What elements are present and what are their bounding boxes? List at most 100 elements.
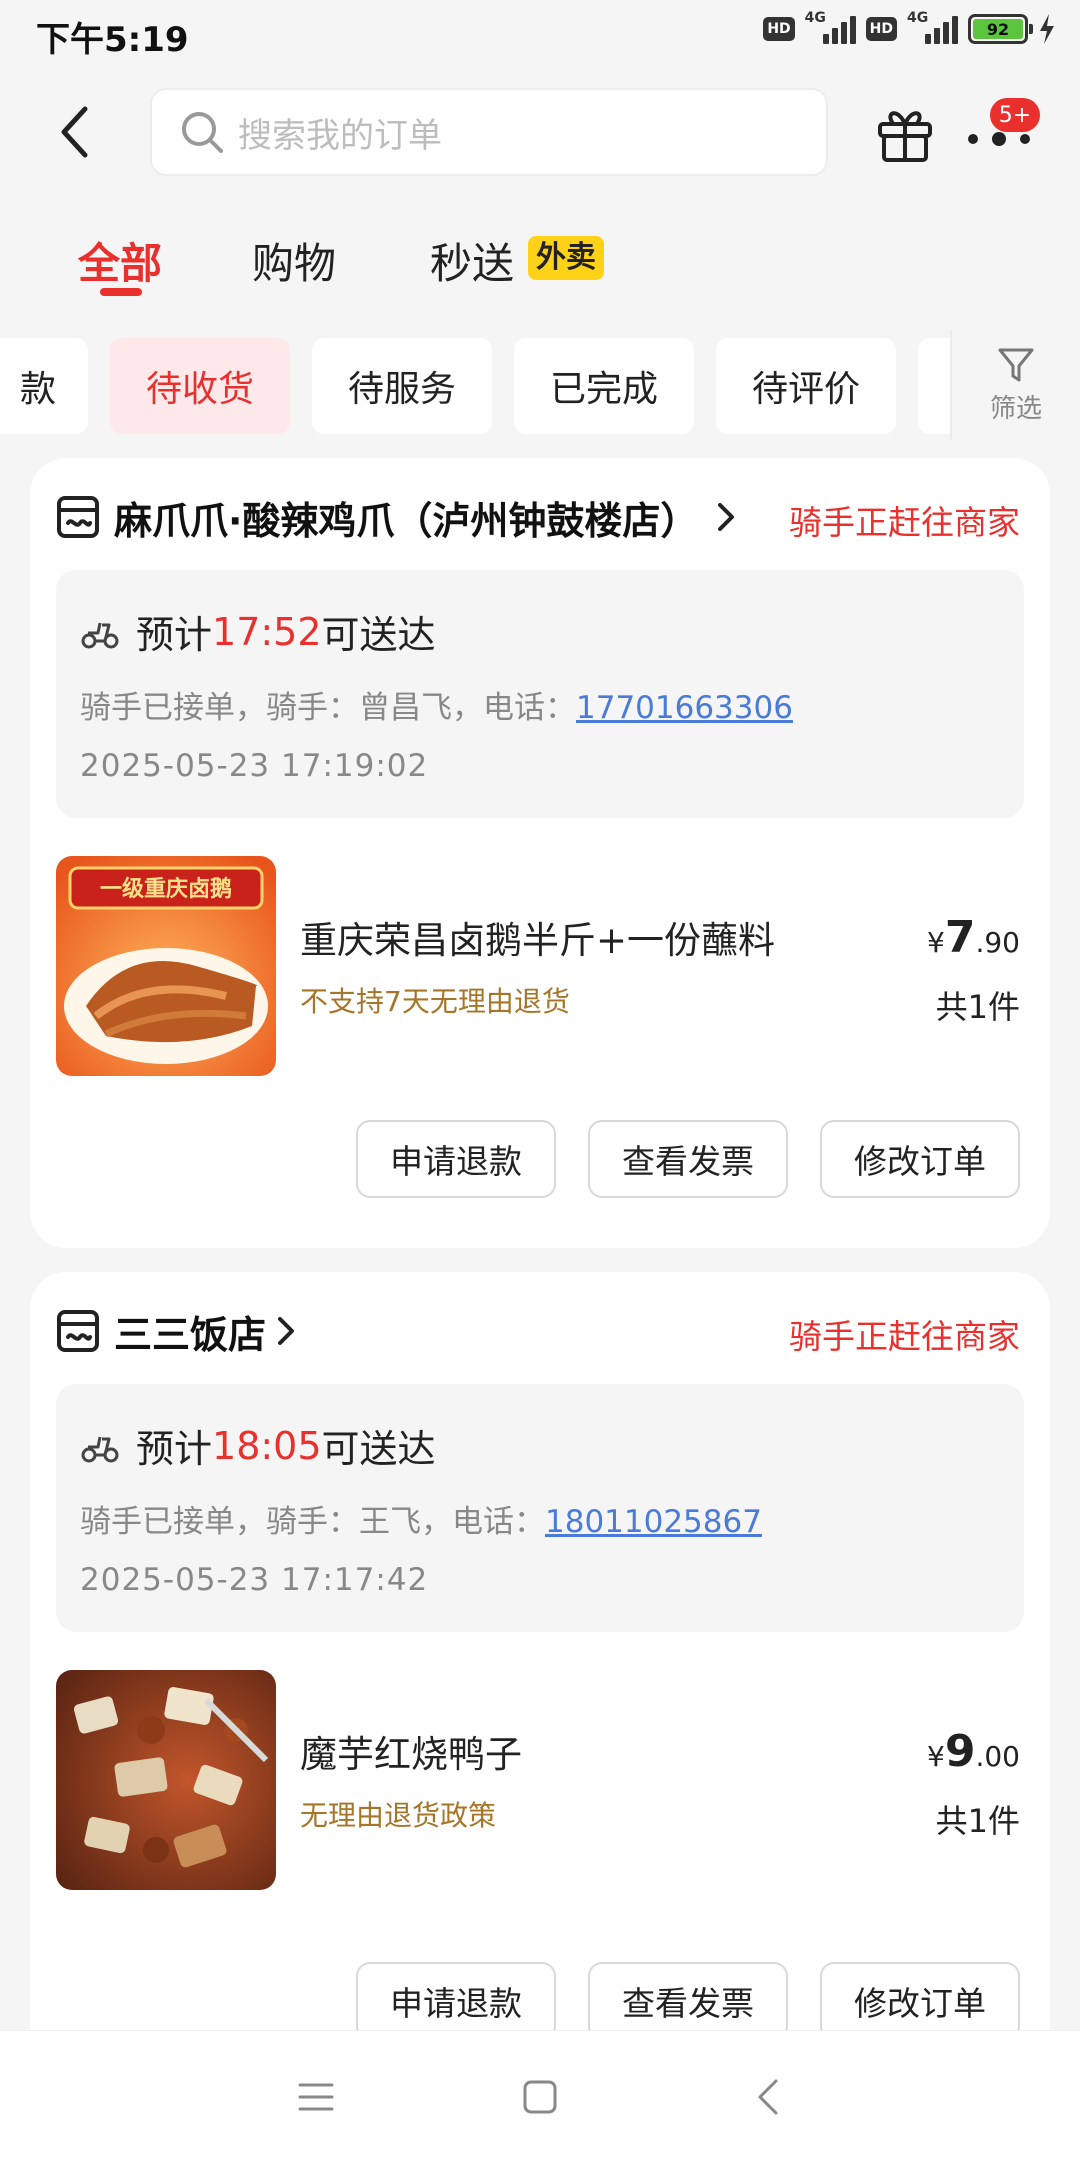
filter-icon [998, 348, 1034, 381]
product-price: ¥9.00 [927, 1726, 1020, 1777]
order-time: 2025-05-23 17:19:02 [80, 748, 429, 784]
product-row[interactable]: 魔芋红烧鸭子 无理由退货政策 ¥9.00 共1件 [56, 1670, 1020, 1890]
chip-partial[interactable]: 款 [0, 338, 88, 434]
order-time: 2025-05-23 17:17:42 [80, 1562, 429, 1598]
price-currency: ¥ [927, 1740, 945, 1773]
rider-phone-link[interactable]: 17701663306 [576, 690, 793, 726]
delivery-info: 预计 18:05 可送达 骑手已接单，骑手：王飞，电话：18011025867 20… [56, 1384, 1024, 1632]
eta-time: 18:05 [212, 1423, 322, 1468]
price-integer: 9 [944, 1726, 976, 1777]
status-filter-bar: 款 待收货 待服务 已完成 待评价 [0, 338, 1080, 434]
eta-prefix: 预计 [136, 613, 213, 657]
chip-pending-receipt[interactable]: 待收货 [110, 338, 290, 434]
back-triangle-icon [758, 2079, 778, 2115]
product-quantity: 共1件 [935, 988, 1020, 1026]
home-square-icon [523, 2080, 557, 2114]
product-name: 重庆荣昌卤鹅半斤+一份蘸料 [300, 919, 776, 962]
search-input[interactable]: 搜索我的订单 [150, 88, 828, 176]
store-name: 三三饭店 [114, 1312, 267, 1357]
invoice-button[interactable]: 查看发票 [588, 1962, 788, 2040]
menu-key[interactable] [286, 2067, 346, 2127]
product-row[interactable]: 一级重庆卤鹅 重庆荣昌卤鹅半斤+一份蘸料 不支持7天无理由退货 ¥7.90 共1… [56, 856, 1020, 1076]
product-quantity: 共1件 [935, 1802, 1020, 1840]
back-arrow-icon [61, 106, 88, 158]
filter-button[interactable]: 筛选 [950, 330, 1080, 440]
eta-row: 预计 17:52 可送达 [80, 604, 436, 659]
network-type: 4G [907, 10, 929, 26]
chevron-right-icon [718, 503, 735, 531]
back-key[interactable] [738, 2067, 798, 2127]
eta-row: 预计 18:05 可送达 [80, 1418, 436, 1473]
notification-badge: 5+ [990, 98, 1040, 132]
product-price: ¥7.90 [927, 912, 1020, 963]
search-placeholder: 搜索我的订单 [238, 115, 442, 156]
braised-duck-image [56, 1670, 276, 1890]
product-image[interactable]: 一级重庆卤鹅 [56, 856, 276, 1076]
order-actions: 申请退款 查看发票 修改订单 [356, 1120, 1020, 1198]
image-banner-text: 一级重庆卤鹅 [100, 876, 232, 902]
rider-text: 骑手已接单，骑手：王飞，电话： [80, 1504, 545, 1540]
return-policy: 不支持7天无理由退货 [300, 985, 570, 1018]
battery-icon: 92 [968, 14, 1033, 44]
rider-phone-link[interactable]: 18011025867 [545, 1504, 762, 1540]
braised-goose-image: 一级重庆卤鹅 [56, 856, 276, 1076]
price-integer: 7 [944, 912, 976, 963]
price-decimal: .90 [975, 926, 1020, 959]
modify-order-button[interactable]: 修改订单 [820, 1962, 1020, 2040]
menu-icon [298, 2083, 334, 2111]
search-icon [182, 112, 223, 153]
return-policy: 无理由退货政策 [300, 1799, 497, 1832]
battery-level: 92 [973, 19, 1023, 39]
active-tab-indicator [100, 288, 142, 296]
network-type: 4G [804, 10, 826, 26]
eta-suffix: 可送达 [321, 1427, 436, 1471]
refund-button[interactable]: 申请退款 [356, 1962, 556, 2040]
eta-suffix: 可送达 [321, 613, 436, 657]
gift-button[interactable] [874, 102, 936, 164]
store-name: 麻爪爪·酸辣鸡爪（泸州钟鼓楼店） [114, 498, 699, 543]
rider-text: 骑手已接单，骑手：曾昌飞，电话： [80, 690, 576, 726]
store-icon [57, 1310, 99, 1352]
more-button[interactable]: 5+ [962, 98, 1042, 168]
rider-info: 骑手已接单，骑手：曾昌飞，电话：17701663306 [80, 682, 793, 727]
status-time: 下午5:19 [36, 20, 189, 60]
order-card[interactable]: 麻爪爪·酸辣鸡爪（泸州钟鼓楼店） 骑手正赶往商家 预计 17:52 可送达 骑手已接… [30, 458, 1050, 1248]
system-navigation-bar [0, 2030, 1080, 2160]
order-status: 骑手正赶往商家 [789, 503, 1020, 542]
store-icon [57, 496, 99, 538]
gift-icon [878, 111, 932, 162]
main-tabs: 全部 购物 秒送 外卖 [0, 222, 1080, 302]
refund-button[interactable]: 申请退款 [356, 1120, 556, 1198]
charging-icon [1040, 14, 1054, 44]
invoice-button[interactable]: 查看发票 [588, 1120, 788, 1198]
price-decimal: .00 [975, 1740, 1020, 1773]
product-name: 魔芋红烧鸭子 [300, 1733, 522, 1776]
more-icon [968, 132, 1030, 146]
status-indicators: HD 4G HD 4G 92 [763, 10, 1056, 44]
chip-completed[interactable]: 已完成 [514, 338, 694, 434]
order-card[interactable]: 三三饭店 骑手正赶往商家 预计 18:05 可送达 骑手已接单，骑手：王飞，电话：1… [30, 1272, 1050, 2092]
back-button[interactable] [46, 104, 102, 160]
price-currency: ¥ [927, 926, 945, 959]
chevron-right-icon [278, 1317, 295, 1345]
order-status: 骑手正赶往商家 [789, 1317, 1020, 1356]
chip-pending-service[interactable]: 待服务 [312, 338, 492, 434]
filter-label: 筛选 [989, 393, 1042, 424]
hd-badge: HD [865, 17, 897, 41]
tab-all[interactable]: 全部 [78, 230, 162, 291]
product-image[interactable] [56, 1670, 276, 1890]
signal-icon: 4G [805, 10, 856, 44]
rider-info: 骑手已接单，骑手：王飞，电话：18011025867 [80, 1496, 762, 1541]
order-actions: 申请退款 查看发票 修改订单 [356, 1962, 1020, 2040]
home-key[interactable] [510, 2067, 570, 2127]
header: 搜索我的订单 5+ [0, 88, 1080, 180]
status-bar: 下午5:19 HD 4G HD 4G 92 [0, 0, 1080, 72]
modify-order-button[interactable]: 修改订单 [820, 1120, 1020, 1198]
eta-prefix: 预计 [136, 1427, 213, 1471]
scooter-icon [81, 622, 119, 648]
tab-instant-delivery[interactable]: 秒送 [430, 230, 514, 291]
tab-shopping[interactable]: 购物 [252, 230, 336, 291]
delivery-info: 预计 17:52 可送达 骑手已接单，骑手：曾昌飞，电话：17701663306 2… [56, 570, 1024, 818]
chip-pending-review[interactable]: 待评价 [716, 338, 896, 434]
signal-icon: 4G [907, 10, 958, 44]
